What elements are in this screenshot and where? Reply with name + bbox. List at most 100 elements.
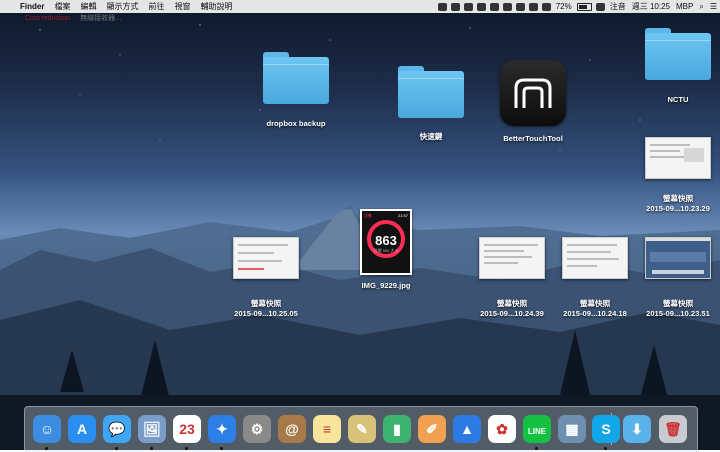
item-sublabel: 2015-09...10.23.29 (646, 204, 710, 213)
bluetooth-icon[interactable] (515, 2, 525, 11)
item-sublabel: 2015-09...10.23.51 (646, 309, 710, 318)
screenshot-1024-18[interactable]: 螢幕快照 2015-09...10.24.18 (553, 237, 637, 319)
screenshot-1025-05[interactable]: 螢幕快照 2015-09...10.25.05 (224, 237, 308, 319)
dock-system-preferences-icon[interactable]: ⚙ (243, 415, 271, 443)
dock-glyph: A (76, 421, 88, 437)
dock-photos-icon[interactable]: ✿ (488, 415, 516, 443)
photo-time: 21:57 (397, 213, 408, 218)
dock-glyph: ⚙ (250, 421, 264, 437)
notification-center-icon[interactable]: ☰ (707, 0, 720, 13)
background-tab-2: 無線接收器… (80, 15, 123, 22)
item-sublabel: 2015-09...10.24.39 (480, 309, 544, 318)
screenshot-thumbnail (479, 237, 545, 279)
bettertouchtool-app[interactable]: BetterTouchTool (488, 60, 578, 144)
dock-glyph: S (601, 421, 611, 437)
item-label: 螢幕快照 (250, 299, 282, 308)
item-label: BetterTouchTool (503, 134, 563, 143)
bettertouchtool-icon (500, 60, 566, 126)
dock-glyph: 🖼 (143, 421, 161, 437)
spotlight-icon[interactable]: ⌕ (696, 0, 706, 13)
dock-glyph: ✎ (356, 421, 368, 437)
item-sublabel: 2015-09...10.25.05 (234, 309, 298, 318)
shortcut-folder[interactable]: 快速鍵 (391, 66, 471, 142)
folder-icon (263, 52, 329, 104)
dock-glyph: LINE (527, 427, 547, 436)
dock-messages-icon[interactable]: 💬 (103, 415, 131, 443)
dock-skype-icon[interactable]: S (592, 415, 620, 443)
dock-calendar-icon[interactable]: 23 (173, 415, 201, 443)
line-status-icon[interactable] (476, 2, 486, 11)
dock-pages-icon[interactable]: ✐ (418, 415, 446, 443)
item-label: 螢幕快照 (579, 299, 611, 308)
dock-glyph: 💬 (108, 421, 126, 437)
menu-app-name[interactable]: Finder (15, 0, 49, 13)
dock-notes-icon[interactable]: ≡ (313, 415, 341, 443)
battery-icon[interactable] (576, 2, 592, 11)
dock-downloads-stack-icon[interactable]: ⬇ (623, 415, 651, 443)
dock-contacts-icon[interactable]: @ (278, 415, 306, 443)
input-method-icon[interactable] (595, 2, 605, 11)
img-9229[interactable]: 活動 21:57 863 目標 500 大卡 IMG_9229.jpg (346, 209, 426, 291)
dock-line-icon[interactable]: LINE (523, 415, 551, 443)
screenshot-thumbnail (645, 237, 711, 279)
battery-percent[interactable]: 72% (553, 0, 575, 13)
dock-glyph: ✐ (426, 421, 438, 437)
dock-glyph: ✦ (216, 421, 228, 437)
screen-mirror-icon[interactable] (450, 2, 460, 11)
dock-trash-icon[interactable]: 🗑 (659, 415, 687, 443)
menu-go[interactable]: 前往 (143, 0, 169, 13)
menu-file[interactable]: 檔案 (49, 0, 75, 13)
wifi-icon[interactable] (528, 2, 538, 11)
dropbox-backup-folder[interactable]: dropbox backup (256, 52, 336, 129)
item-sublabel: 2015-09...10.24.18 (563, 309, 627, 318)
screenshot-1023-29[interactable]: 螢幕快照 2015-09...10.23.29 (636, 137, 720, 214)
item-label: NCTU (667, 95, 689, 104)
volume-icon[interactable] (541, 2, 551, 11)
item-label: IMG_9229.jpg (361, 281, 411, 290)
background-tab-1: Cost reduction (25, 15, 71, 22)
menu-help[interactable]: 輔助說明 (195, 0, 237, 13)
menu-bar: Finder 檔案 編輯 顯示方式 前往 視窗 輔助說明 72% 注音 週三 1… (0, 0, 720, 13)
screenshot-1023-51[interactable]: 螢幕快照 2015-09...10.23.51 (636, 237, 720, 319)
photo-thumbnail: 活動 21:57 863 目標 500 大卡 (360, 209, 412, 275)
photo-sub: 目標 500 大卡 (373, 248, 399, 253)
item-label: 螢幕快照 (496, 299, 528, 308)
dock-glyph: ▦ (565, 421, 579, 437)
user-name[interactable]: MBP (673, 0, 696, 13)
menu-edit[interactable]: 編輯 (75, 0, 101, 13)
ifttt-status-icon[interactable] (463, 2, 473, 11)
screenshot-thumbnail (562, 237, 628, 279)
dock-glyph: 🗑 (664, 421, 682, 437)
dock-preview-icon[interactable]: 🖼 (138, 415, 166, 443)
item-label: 螢幕快照 (662, 299, 694, 308)
dock-glyph: 23 (179, 421, 195, 437)
item-label: dropbox backup (266, 119, 326, 128)
background-window-tabs: Cost reduction 無線接收器… (25, 13, 130, 23)
photo-caption: 活動 (364, 213, 372, 218)
dock-numbers-icon[interactable]: ▮ (383, 415, 411, 443)
folder-icon (645, 28, 711, 80)
dock-keynote-icon[interactable]: ▲ (453, 415, 481, 443)
dock-app-store-icon[interactable]: A (68, 415, 96, 443)
dock-glyph: ☺ (39, 421, 55, 437)
dock-finder-icon[interactable]: ☺ (33, 415, 61, 443)
dock-safari-icon[interactable]: ✦ (208, 415, 236, 443)
dock-preview-alt-icon[interactable]: ✎ (348, 415, 376, 443)
check-status-icon[interactable] (489, 2, 499, 11)
screenshot-1024-39[interactable]: 螢幕快照 2015-09...10.24.39 (470, 237, 554, 319)
photo-value: 863 (375, 233, 397, 248)
dock-glyph: ▲ (460, 421, 474, 437)
folder-icon (398, 66, 464, 118)
dock-glyph: ▮ (393, 421, 401, 437)
clock[interactable]: 週三 10:25 (629, 0, 673, 13)
item-label: 螢幕快照 (662, 194, 694, 203)
dock-glyph: ≡ (322, 421, 332, 437)
nctu-folder[interactable]: NCTU (638, 28, 718, 105)
screenshot-thumbnail (233, 237, 299, 279)
input-method-label[interactable]: 注音 (607, 0, 629, 13)
menu-view[interactable]: 顯示方式 (101, 0, 143, 13)
menu-window[interactable]: 視窗 (169, 0, 195, 13)
dock-image-capture-icon[interactable]: ▦ (558, 415, 586, 443)
time-machine-icon[interactable] (502, 2, 512, 11)
dropbox-status-icon[interactable] (437, 2, 447, 11)
